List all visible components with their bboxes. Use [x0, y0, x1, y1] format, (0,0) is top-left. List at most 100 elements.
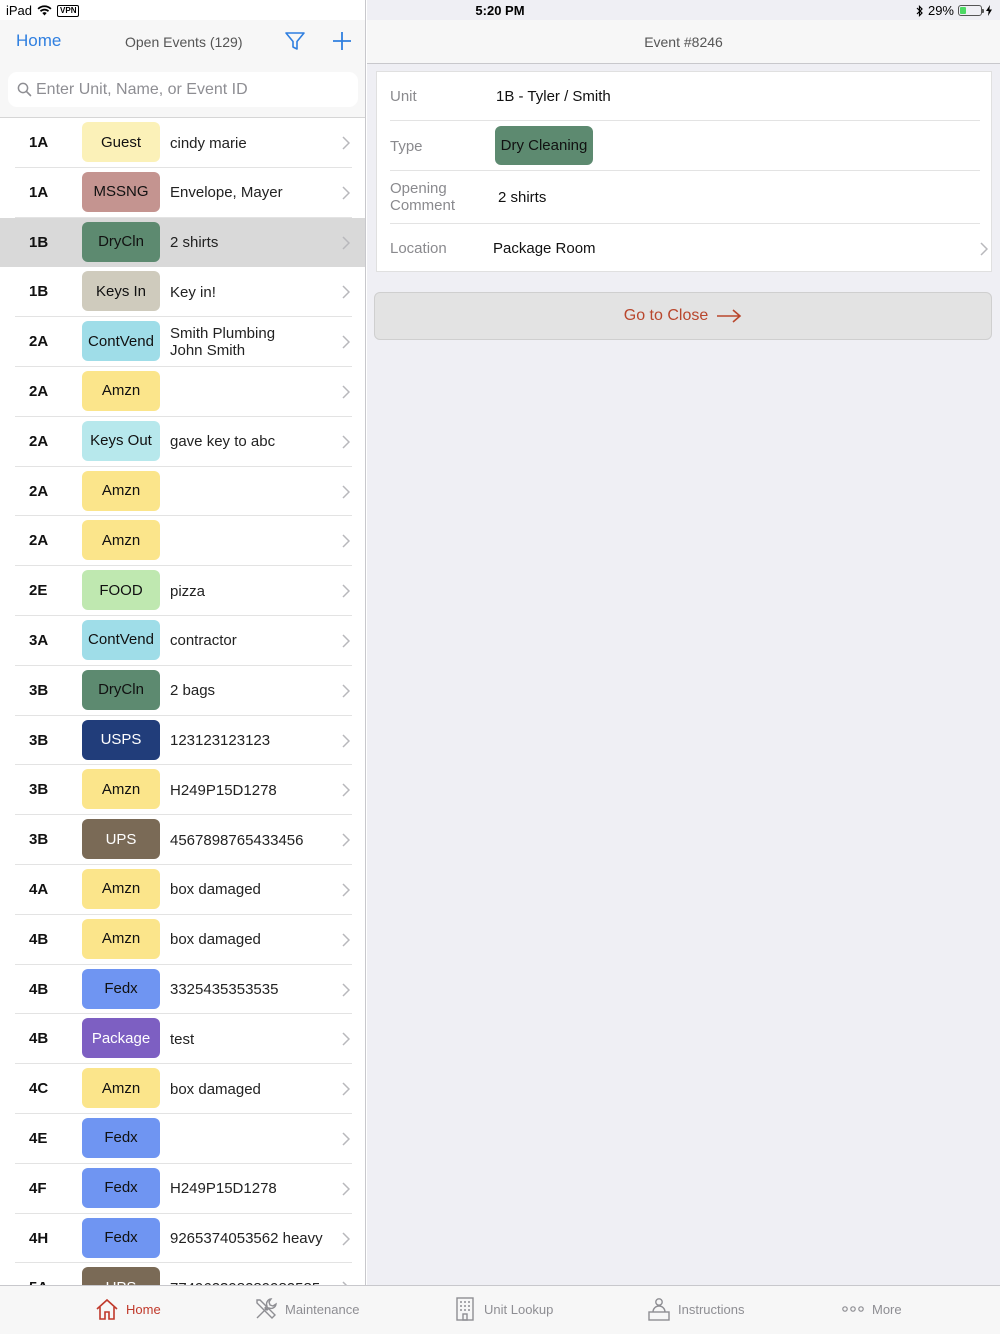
chevron-right-icon — [342, 1232, 350, 1246]
event-comment: 2 bags — [170, 682, 216, 700]
event-comment: pizza — [170, 582, 206, 600]
event-row[interactable]: 4E Fedx — [0, 1114, 365, 1164]
chevron-right-icon — [342, 1082, 350, 1096]
event-row[interactable]: 2A Amzn — [0, 467, 365, 517]
tab-home[interactable]: Home — [94, 1296, 161, 1322]
battery-fill — [960, 7, 966, 14]
event-row[interactable]: 4B Fedx 3325435353535 — [0, 965, 365, 1015]
event-comment: box damaged — [170, 1080, 261, 1098]
status-bar: iPad VPN 5:20 PM 29% — [0, 0, 1000, 20]
search-icon — [17, 82, 32, 97]
event-row[interactable]: 3B Amzn H249P15D1278 — [0, 765, 365, 815]
tab-home-label: Home — [126, 1301, 161, 1317]
chevron-right-icon — [342, 833, 350, 847]
tab-unit-lookup[interactable]: Unit Lookup — [452, 1296, 553, 1322]
event-row[interactable]: 2A Keys Out gave key to abc — [0, 417, 365, 467]
tools-icon — [256, 1298, 277, 1319]
event-row[interactable]: 5AUPS774962398289982585 — [0, 1263, 365, 1285]
event-type-tag: Keys Out — [82, 420, 160, 461]
event-unit: 3B — [29, 681, 49, 699]
event-type-tag: DryCln — [82, 669, 160, 710]
event-row[interactable]: 2A ContVend Smith Plumbing John Smith — [0, 317, 365, 367]
tab-maintenance[interactable]: Maintenance — [253, 1296, 359, 1322]
event-list: 1A Guest cindy marie 1A MSSNG Envelope, Mayer… — [0, 118, 365, 1285]
go-to-close-button[interactable]: Go to Close — [374, 292, 992, 340]
tab-instructions[interactable]: Instructions — [646, 1296, 744, 1322]
event-row[interactable]: 2A Amzn — [0, 367, 365, 417]
tab-more-label: More — [872, 1301, 902, 1317]
event-row[interactable]: 3B USPS 123123123123 — [0, 716, 365, 766]
search-box — [8, 72, 358, 107]
status-time: 5:20 PM — [475, 3, 525, 18]
home-back-button[interactable]: Home — [16, 31, 61, 51]
event-comment: 774962398289982585 — [170, 1263, 335, 1285]
events-panel: Home Open Events (129) 1A Guest cindy mari… — [0, 0, 366, 1285]
event-type-tag: Package — [82, 1018, 160, 1059]
event-row[interactable]: 3B UPS 4567898765433456 — [0, 815, 365, 865]
event-row[interactable]: 2A Amzn — [0, 516, 365, 566]
event-row[interactable]: 4B Amzn box damaged — [0, 915, 365, 965]
event-unit: 4H — [29, 1229, 49, 1247]
event-unit: 1A — [29, 134, 49, 151]
add-event-icon[interactable] — [330, 29, 354, 53]
event-unit: 4F — [29, 1179, 47, 1197]
event-comment: Key in! — [170, 283, 216, 301]
chevron-right-icon — [342, 1182, 350, 1196]
search-input[interactable] — [36, 72, 352, 107]
event-type-tag: Keys In — [82, 271, 160, 312]
event-row[interactable]: 4A Amzn box damaged — [0, 865, 365, 915]
event-type-tag: UPS — [82, 1267, 160, 1285]
event-row[interactable]: 4H Fedx 9265374053562 heavy — [0, 1214, 365, 1264]
event-comment: 3325435353535 — [170, 981, 279, 999]
event-type-tag: Amzn — [82, 769, 160, 810]
event-row[interactable]: 3B DryCln 2 bags — [0, 666, 365, 716]
event-row[interactable]: 1B Keys In Key in! — [0, 267, 365, 317]
chevron-right-icon — [342, 186, 350, 200]
event-row[interactable]: 1A MSSNG Envelope, Mayer — [0, 168, 365, 218]
event-row[interactable]: 3A ContVend contractor — [0, 616, 365, 666]
event-type-tag: ContVend — [82, 619, 160, 660]
event-comment: Envelope, Mayer — [170, 184, 283, 202]
event-comment: H249P15D1278 — [170, 781, 277, 799]
type-label: Type — [390, 138, 423, 155]
event-type-tag: USPS — [82, 719, 160, 760]
event-comment — [170, 367, 335, 417]
battery-icon — [958, 5, 984, 16]
event-row[interactable]: 1A Guest cindy marie — [0, 118, 365, 168]
filter-icon[interactable] — [284, 30, 306, 52]
tab-more[interactable]: More — [840, 1296, 902, 1322]
event-unit: 4B — [29, 980, 49, 998]
event-unit: 3B — [29, 731, 49, 749]
event-type-tag: ContVend — [82, 321, 160, 362]
event-unit: 3A — [29, 631, 49, 649]
detail-row-type: Type — [377, 121, 993, 171]
event-unit: 2E — [29, 582, 48, 600]
tab-bar: Home Maintenance Unit Lookup Instruction… — [0, 1285, 1000, 1334]
chevron-right-icon — [342, 236, 350, 250]
event-unit: 1B — [29, 233, 49, 251]
event-comment — [170, 1114, 335, 1164]
opening-comment-value: 2 shirts — [498, 189, 547, 206]
detail-row-location[interactable]: Location Package Room — [377, 224, 993, 273]
event-row[interactable]: 4F Fedx H249P15D1278 — [0, 1164, 365, 1214]
tab-instructions-label: Instructions — [678, 1301, 745, 1317]
event-row[interactable]: 1B DryCln 2 shirts — [0, 217, 365, 268]
event-type-tag: Amzn — [82, 520, 160, 561]
event-detail-card: Unit 1B - Tyler / Smith Type Dry Cleanin… — [376, 71, 992, 272]
event-row[interactable]: 4B Package test — [0, 1014, 365, 1064]
unit-label: Unit — [390, 88, 417, 105]
house-icon — [96, 1298, 118, 1320]
tab-maintenance-label: Maintenance — [285, 1301, 360, 1317]
event-unit: 4B — [29, 1030, 49, 1048]
arrow-right-icon — [717, 309, 742, 323]
event-row[interactable]: 4C Amzn box damaged — [0, 1064, 365, 1114]
event-unit: 4E — [29, 1129, 48, 1147]
chevron-right-icon — [342, 136, 350, 150]
chevron-right-icon — [342, 435, 350, 449]
chevron-right-icon — [342, 584, 350, 598]
event-title: Event #8246 — [644, 34, 723, 50]
opening-comment-label: Opening Comment — [390, 180, 456, 214]
event-row[interactable]: 2E FOOD pizza — [0, 566, 365, 616]
event-unit: 2A — [29, 482, 49, 500]
location-label: Location — [390, 240, 447, 257]
